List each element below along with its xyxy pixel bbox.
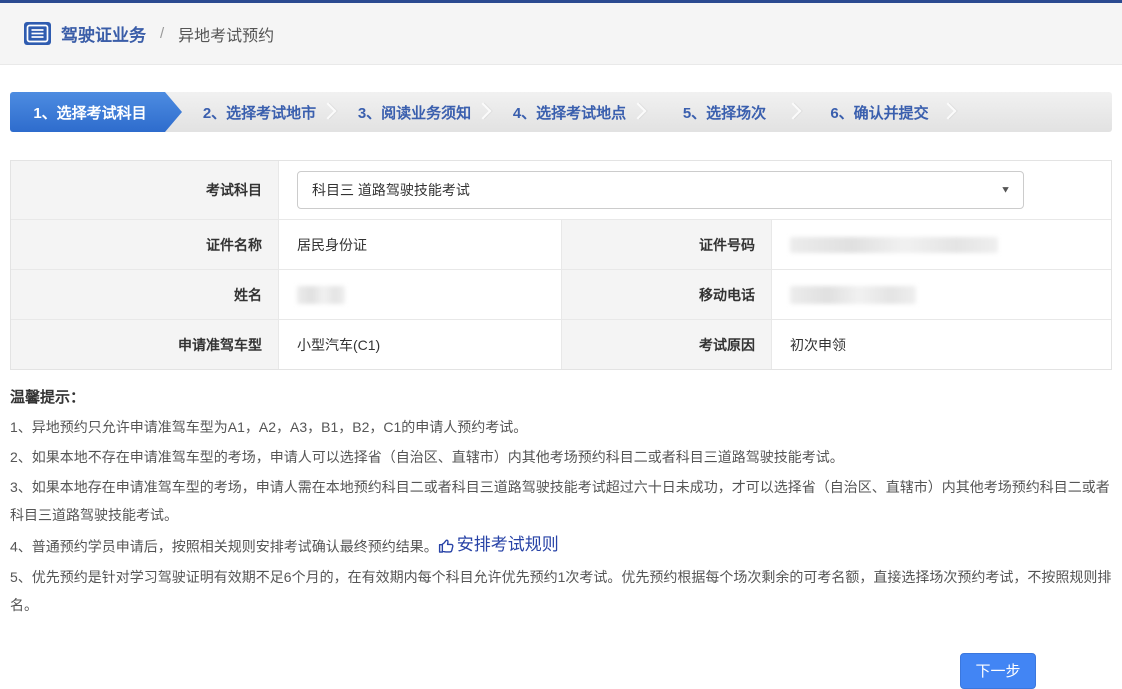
step-wizard: 1、选择考试科目 2、选择考试地市 3、阅读业务须知 4、选择考试地点 5、选择… bbox=[10, 92, 1112, 132]
exam-rules-link[interactable]: 安排考试规则 bbox=[438, 531, 559, 559]
vehicle-type-label: 申请准驾车型 bbox=[11, 319, 278, 369]
breadcrumb: 驾驶证业务 / 异地考试预约 bbox=[0, 3, 1122, 65]
step-1-select-subject[interactable]: 1、选择考试科目 bbox=[10, 92, 182, 132]
breadcrumb-separator: / bbox=[160, 25, 164, 42]
exam-rules-link-label: 安排考试规则 bbox=[457, 531, 559, 559]
step-divider-icon bbox=[785, 103, 802, 120]
step-divider-icon bbox=[475, 103, 492, 120]
breadcrumb-service-title[interactable]: 驾驶证业务 bbox=[61, 21, 146, 46]
step-label: 1、选择考试科目 bbox=[33, 102, 146, 123]
vehicle-type-value: 小型汽车(C1) bbox=[278, 319, 561, 369]
step-divider-icon bbox=[320, 103, 337, 120]
id-number-label: 证件号码 bbox=[561, 219, 771, 269]
dropdown-arrow-icon: ▼ bbox=[1000, 185, 1011, 195]
page-title: 异地考试预约 bbox=[178, 22, 274, 46]
name-label: 姓名 bbox=[11, 269, 278, 319]
tip-item-2: 2、如果本地不存在申请准驾车型的考场，申请人可以选择省（自治区、直辖市）内其他考… bbox=[10, 443, 1112, 471]
exam-reason-value: 初次申领 bbox=[771, 319, 1111, 369]
step-label: 6、确认并提交 bbox=[830, 102, 928, 123]
id-type-value: 居民身份证 bbox=[278, 219, 561, 269]
name-cell bbox=[278, 269, 561, 319]
id-type-label: 证件名称 bbox=[11, 219, 278, 269]
tip-item-4-text: 4、普通预约学员申请后，按照相关规则安排考试确认最终预约结果。 bbox=[10, 539, 438, 555]
step-divider-icon bbox=[940, 103, 957, 120]
tip-item-5: 5、优先预约是针对学习驾驶证明有效期不足6个月的，在有效期内每个科目允许优先预约… bbox=[10, 563, 1112, 619]
tip-item-1: 1、异地预约只允许申请准驾车型为A1，A2，A3，B1，B2，C1的申请人预约考… bbox=[10, 413, 1112, 441]
footer-actions: 下一步 bbox=[0, 653, 1122, 689]
thumb-up-icon bbox=[438, 537, 455, 554]
exam-subject-select[interactable]: 科目三 道路驾驶技能考试 ▼ bbox=[297, 171, 1024, 209]
exam-reason-label: 考试原因 bbox=[561, 319, 771, 369]
step-5-select-session[interactable]: 5、选择场次 bbox=[647, 92, 802, 132]
id-number-redacted-value bbox=[790, 237, 998, 253]
step-4-select-site[interactable]: 4、选择考试地点 bbox=[492, 92, 647, 132]
step-label: 5、选择场次 bbox=[683, 102, 766, 123]
exam-subject-selected-value: 科目三 道路驾驶技能考试 bbox=[312, 180, 470, 200]
applicant-info-table: 考试科目 科目三 道路驾驶技能考试 ▼ 证件名称 居民身份证 证件号码 姓名 移… bbox=[10, 160, 1112, 370]
mobile-cell bbox=[771, 269, 1111, 319]
exam-subject-label: 考试科目 bbox=[11, 161, 278, 219]
step-2-select-city[interactable]: 2、选择考试地市 bbox=[182, 92, 337, 132]
step-divider-icon bbox=[630, 103, 647, 120]
name-redacted-value bbox=[297, 286, 345, 304]
list-icon bbox=[24, 22, 51, 45]
step-3-read-notice[interactable]: 3、阅读业务须知 bbox=[337, 92, 492, 132]
step-label: 2、选择考试地市 bbox=[203, 102, 316, 123]
step-6-confirm-submit[interactable]: 6、确认并提交 bbox=[802, 92, 957, 132]
tips-section: 温馨提示： 1、异地预约只允许申请准驾车型为A1，A2，A3，B1，B2，C1的… bbox=[10, 386, 1112, 619]
tips-title: 温馨提示： bbox=[10, 386, 1112, 407]
exam-subject-cell: 科目三 道路驾驶技能考试 ▼ bbox=[278, 161, 1111, 219]
tip-item-3: 3、如果本地存在申请准驾车型的考场，申请人需在本地预约科目二或者科目三道路驾驶技… bbox=[10, 473, 1112, 529]
step-bar-filler bbox=[957, 92, 1112, 132]
mobile-redacted-value bbox=[790, 286, 916, 304]
next-step-button[interactable]: 下一步 bbox=[960, 653, 1036, 689]
id-number-cell bbox=[771, 219, 1111, 269]
mobile-label: 移动电话 bbox=[561, 269, 771, 319]
step-label: 4、选择考试地点 bbox=[513, 102, 626, 123]
tip-item-4: 4、普通预约学员申请后，按照相关规则安排考试确认最终预约结果。 安排考试规则 bbox=[10, 531, 1112, 561]
step-label: 3、阅读业务须知 bbox=[358, 102, 471, 123]
